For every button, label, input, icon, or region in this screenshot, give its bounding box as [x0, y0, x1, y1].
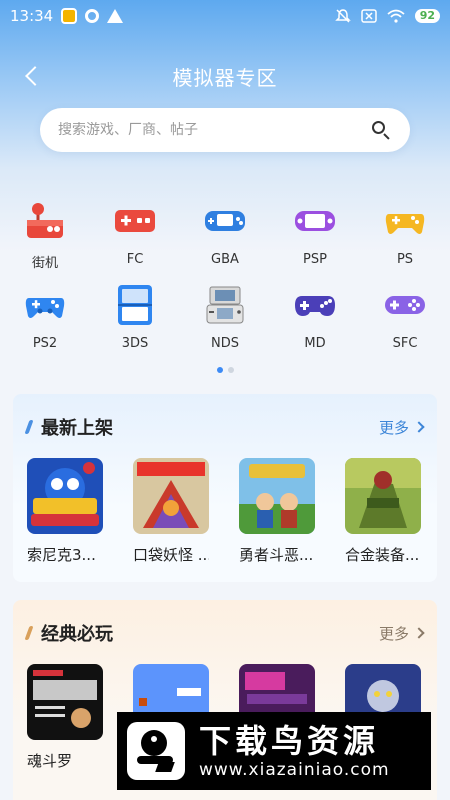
warning-icon — [107, 9, 124, 23]
page-indicator — [0, 367, 450, 373]
page-dot-active[interactable] — [216, 367, 223, 373]
no-sim-icon — [360, 9, 377, 23]
category-nds[interactable]: NDS — [180, 284, 270, 368]
wifi-icon — [387, 9, 405, 23]
search-bar[interactable] — [40, 108, 410, 152]
category-label: MD — [304, 336, 326, 351]
page-title: 模拟器专区 — [172, 65, 278, 90]
record-icon — [85, 9, 100, 23]
game-card[interactable]: 口袋妖怪 ... — [133, 458, 209, 565]
category-3ds[interactable]: 3DS — [90, 284, 180, 368]
page-dot[interactable] — [227, 367, 234, 373]
category-md[interactable]: MD — [270, 284, 360, 368]
arcade-stick-icon — [24, 200, 66, 242]
section-new-arrivals: 最新上架 更多 索尼克3... 口袋妖怪 ... 勇者斗恶... 合金装备... — [13, 394, 437, 582]
watermark-title: 下载鸟资源 — [199, 722, 380, 760]
game-title: 索尼克3... — [27, 546, 96, 564]
game-cover — [133, 458, 209, 534]
watermark-banner: 下载鸟资源 www.xiazainiao.com — [117, 712, 431, 790]
category-label: SFC — [392, 336, 418, 351]
back-button[interactable] — [18, 62, 46, 90]
category-psp[interactable]: PSP — [270, 200, 360, 284]
section-accent-bar — [24, 626, 34, 640]
game-card[interactable]: 勇者斗恶... — [239, 458, 315, 565]
category-label: FC — [126, 252, 144, 267]
category-gba[interactable]: GBA — [180, 200, 270, 284]
game-title: 魂斗罗 — [27, 752, 73, 770]
category-label: 3DS — [121, 336, 149, 351]
category-arcade[interactable]: 街机 — [0, 200, 90, 284]
category-ps2[interactable]: PS2 — [0, 284, 90, 368]
ps2-controller-icon — [24, 284, 66, 326]
3ds-handheld-icon — [114, 284, 156, 326]
category-label: PS — [396, 252, 414, 267]
gba-handheld-icon — [204, 200, 246, 242]
section-title: 最新上架 — [41, 418, 113, 439]
psp-handheld-icon — [294, 200, 336, 242]
app-notification-icon — [61, 8, 78, 24]
game-card[interactable]: 索尼克3... — [27, 458, 103, 565]
more-link[interactable]: 更多 — [379, 417, 425, 438]
status-bar: 13:34 92 — [0, 0, 450, 32]
game-title: 勇者斗恶... — [239, 546, 314, 564]
status-time: 13:34 — [10, 7, 54, 25]
category-label: NDS — [211, 336, 239, 351]
mute-icon — [334, 9, 351, 23]
category-label: 街机 — [31, 256, 58, 271]
game-cover — [345, 458, 421, 534]
category-grid: 街机 FC GBA PSP PS PS2 3DS NDS MD SFC — [0, 200, 450, 368]
search-icon[interactable] — [370, 119, 392, 141]
search-input[interactable] — [58, 122, 370, 138]
page-header: 模拟器专区 — [0, 52, 450, 100]
section-accent-bar — [24, 420, 34, 434]
category-label: PSP — [303, 252, 327, 267]
game-cover — [239, 458, 315, 534]
game-cover — [27, 458, 103, 534]
chevron-right-icon — [413, 421, 425, 433]
chevron-right-icon — [413, 627, 425, 639]
bird-logo-icon — [127, 722, 185, 780]
game-title: 合金装备... — [345, 546, 420, 564]
back-arrow-icon — [25, 66, 45, 86]
section-title: 经典必玩 — [41, 624, 113, 645]
category-ps[interactable]: PS — [360, 200, 450, 284]
category-label: PS2 — [32, 336, 58, 351]
ps-controller-icon — [384, 200, 426, 242]
nds-handheld-icon — [204, 284, 246, 326]
sfc-controller-icon — [384, 284, 426, 326]
category-sfc[interactable]: SFC — [360, 284, 450, 368]
more-link[interactable]: 更多 — [379, 623, 425, 644]
category-fc[interactable]: FC — [90, 200, 180, 284]
category-label: GBA — [211, 252, 239, 267]
game-card[interactable]: 合金装备... — [345, 458, 421, 565]
fc-console-icon — [114, 200, 156, 242]
game-card[interactable]: 魂斗罗 — [27, 664, 103, 771]
battery-level: 92 — [414, 9, 440, 23]
md-controller-icon — [294, 284, 336, 326]
game-title: 口袋妖怪 ... — [133, 546, 209, 564]
game-cover — [27, 664, 103, 740]
watermark-url: www.xiazainiao.com — [199, 760, 390, 780]
